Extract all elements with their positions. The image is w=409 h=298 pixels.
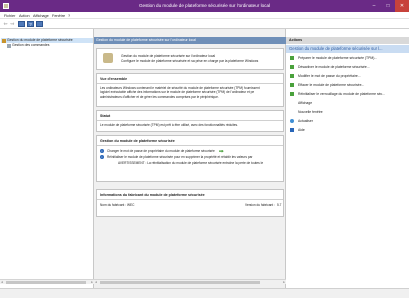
reset-tpm-link[interactable]: Réinitialiser le module de plateforme sé… bbox=[107, 155, 252, 159]
intro-line-1: Gestion du module de plateforme sécurisé… bbox=[121, 54, 216, 58]
status-bar bbox=[0, 288, 409, 298]
change-owner-password-link[interactable]: Changer le mot de passe de propriétaire … bbox=[107, 149, 215, 153]
scroll-left-icon[interactable]: ◂ bbox=[1, 280, 3, 285]
status-panel: Statut Le module de plateforme sécurisée… bbox=[96, 110, 284, 132]
show-hide-action-pane-icon[interactable] bbox=[36, 21, 43, 27]
action-clear-tpm[interactable]: Effacer le module de plateforme sécurisé… bbox=[286, 81, 409, 89]
manufacturer-title: Informations du fabricant du module de p… bbox=[97, 190, 283, 200]
forward-arrow-icon[interactable]: ⇨ bbox=[9, 21, 16, 27]
action-new-window[interactable]: Nouvelle fenêtre bbox=[286, 108, 409, 116]
tpm-folder-icon bbox=[2, 39, 6, 43]
green-square-icon bbox=[290, 83, 294, 87]
menu-affichage[interactable]: Affichage bbox=[33, 14, 49, 18]
status-title: Statut bbox=[97, 111, 283, 121]
center-header: Gestion du module de plateforme sécurisé… bbox=[94, 37, 286, 44]
action-refresh[interactable]: Actualiser bbox=[286, 117, 409, 125]
overview-line: administrateurs d'afficher et de gérer l… bbox=[100, 94, 219, 99]
window-title: Gestion du module de plateforme sécurisé… bbox=[138, 3, 271, 8]
intro-line-2: Configure le module de plateforme sécuri… bbox=[121, 59, 259, 63]
info-icon: i bbox=[100, 149, 104, 154]
action-help[interactable]: Aide bbox=[286, 126, 409, 134]
action-label: Affichage bbox=[298, 101, 313, 105]
action-label: Actualiser bbox=[298, 119, 313, 123]
manufacturer-name-label: Nom du fabricant : bbox=[100, 203, 127, 207]
action-label: Effacer le module de plateforme sécurisé… bbox=[298, 83, 365, 87]
title-bar[interactable]: Gestion du module de plateforme sécurisé… bbox=[0, 0, 409, 12]
action-label: Préparer le module de plateforme sécuris… bbox=[298, 56, 378, 60]
scroll-thumb[interactable] bbox=[6, 281, 86, 284]
tree-item-label: Gestion du module de plateforme sécurisé… bbox=[7, 38, 73, 42]
action-reset-lockout[interactable]: Réinitialiser le verrouillage du module … bbox=[286, 90, 409, 98]
scroll-thumb[interactable] bbox=[100, 281, 260, 284]
green-square-icon bbox=[290, 92, 294, 96]
action-label: Nouvelle fenêtre bbox=[298, 110, 323, 114]
info-icon: i bbox=[100, 155, 104, 160]
manufacturer-panel: Informations du fabricant du module de p… bbox=[96, 189, 284, 217]
green-square-icon bbox=[290, 65, 294, 69]
maximize-button[interactable]: □ bbox=[381, 0, 395, 12]
tree-item-label: Gestion des commandes bbox=[12, 43, 50, 47]
reset-warning: AVERTISSEMENT : La réinitialisation du m… bbox=[118, 161, 264, 165]
refresh-icon bbox=[290, 119, 294, 123]
manufacturer-version-value: 5.7 bbox=[277, 203, 282, 207]
action-view[interactable]: Affichage bbox=[286, 99, 409, 107]
manufacturer-name-value: WEC bbox=[127, 203, 135, 207]
tpm-chip-icon bbox=[103, 53, 113, 63]
action-disable-tpm[interactable]: Désactiver le module de plateforme sécur… bbox=[286, 63, 409, 71]
help-icon[interactable]: ? bbox=[27, 21, 34, 27]
menu-help[interactable]: ? bbox=[68, 14, 70, 18]
scroll-left-icon[interactable]: ◂ bbox=[95, 280, 97, 285]
actions-header: Actions bbox=[286, 37, 409, 44]
scroll-right-icon[interactable]: ▸ bbox=[91, 280, 93, 285]
action-change-owner-password[interactable]: Modifier le mot de passe du propriétaire… bbox=[286, 72, 409, 80]
status-text: Le module de plateforme sécurisée (TPM) … bbox=[100, 123, 239, 127]
scroll-right-icon[interactable]: ▸ bbox=[283, 280, 285, 285]
toolbar: ⇦ ⇨ ? bbox=[0, 19, 409, 29]
action-prepare-tpm[interactable]: Préparer le module de plateforme sécuris… bbox=[286, 54, 409, 62]
action-label: Modifier le mot de passe du propriétaire… bbox=[298, 74, 361, 78]
tpm-management-title: Gestion du module de plateforme sécurisé… bbox=[97, 136, 283, 146]
close-button[interactable]: ✕ bbox=[395, 0, 409, 12]
back-arrow-icon[interactable]: ⇦ bbox=[2, 21, 9, 27]
menu-fenetre[interactable]: Fenêtre bbox=[52, 14, 65, 18]
menu-bar: Fichier Action Affichage Fenêtre ? bbox=[0, 12, 409, 19]
left-horizontal-scrollbar[interactable]: ◂ ▸ bbox=[0, 279, 94, 284]
commands-icon bbox=[7, 44, 11, 48]
overview-title: Vue d'ensemble bbox=[97, 74, 283, 84]
green-square-icon bbox=[290, 74, 294, 78]
minimize-button[interactable]: – bbox=[367, 0, 381, 12]
menu-action[interactable]: Action bbox=[19, 14, 30, 18]
overview-panel: Vue d'ensemble Les ordinateurs Windows c… bbox=[96, 73, 284, 107]
green-square-icon bbox=[290, 56, 294, 60]
menu-fichier[interactable]: Fichier bbox=[4, 14, 15, 18]
help-icon bbox=[290, 128, 294, 132]
action-label: Désactiver le module de plateforme sécur… bbox=[298, 65, 370, 69]
show-hide-console-tree-icon[interactable] bbox=[18, 21, 25, 27]
center-horizontal-scrollbar[interactable]: ◂ ▸ bbox=[94, 279, 286, 284]
go-arrow-icon[interactable] bbox=[218, 149, 224, 153]
action-label: Aide bbox=[298, 128, 305, 132]
actions-section-title[interactable]: Gestion du module de plateforme sécurisé… bbox=[286, 45, 409, 53]
intro-panel: Gestion du module de plateforme sécurisé… bbox=[96, 48, 284, 70]
tpm-management-panel: Gestion du module de plateforme sécurisé… bbox=[96, 135, 284, 182]
action-label: Réinitialiser le verrouillage du module … bbox=[298, 92, 386, 96]
tree-item-command-management[interactable]: Gestion des commandes bbox=[1, 43, 93, 48]
manufacturer-version-label: Version du fabricant : bbox=[245, 203, 275, 207]
console-tree: Gestion du module de plateforme sécurisé… bbox=[0, 29, 94, 288]
